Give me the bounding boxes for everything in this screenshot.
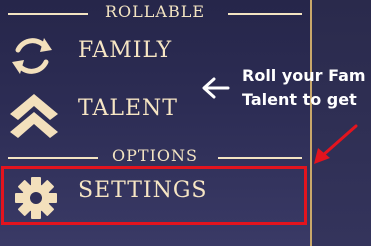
hint-line-2: Talent to get <box>242 90 357 109</box>
left-arrow-icon <box>202 77 230 99</box>
tutorial-hint-text: Roll your Fam Talent to get <box>242 64 371 112</box>
red-pointer-arrow-icon <box>314 124 358 164</box>
hint-line-1: Roll your Fam <box>242 66 366 85</box>
tutorial-arrows <box>202 77 358 164</box>
